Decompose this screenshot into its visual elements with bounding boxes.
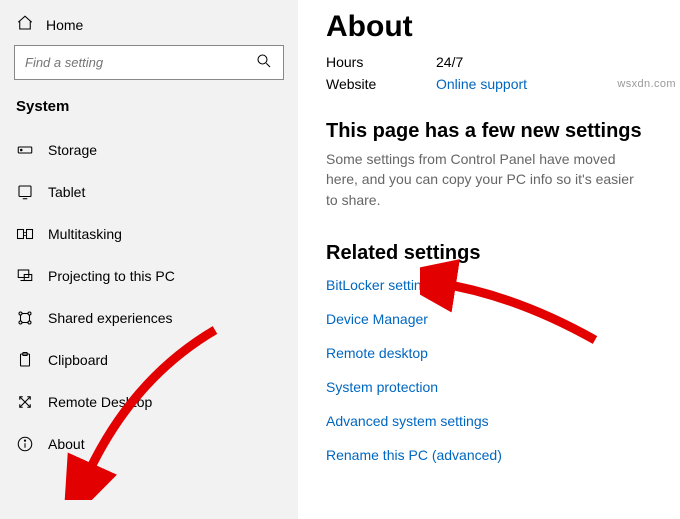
hours-row: Hours 24/7 bbox=[326, 54, 672, 70]
search-input-container[interactable] bbox=[14, 45, 284, 80]
related-settings-heading: Related settings bbox=[326, 242, 672, 265]
sidebar-item-storage[interactable]: Storage bbox=[14, 129, 284, 171]
sidebar-item-multitasking[interactable]: Multitasking bbox=[14, 213, 284, 255]
page-title: About bbox=[326, 10, 672, 44]
sidebar-item-tablet[interactable]: Tablet bbox=[14, 171, 284, 213]
sidebar-item-label: Remote Desktop bbox=[48, 394, 152, 410]
tablet-icon bbox=[16, 183, 34, 201]
shared-experiences-icon bbox=[16, 309, 34, 327]
multitasking-icon bbox=[16, 225, 34, 243]
home-icon bbox=[16, 14, 34, 35]
link-device-manager[interactable]: Device Manager bbox=[326, 311, 672, 327]
link-bitlocker-settings[interactable]: BitLocker settings bbox=[326, 277, 672, 293]
remote-desktop-icon bbox=[16, 393, 34, 411]
link-system-protection[interactable]: System protection bbox=[326, 379, 672, 395]
sidebar-item-label: Shared experiences bbox=[48, 310, 173, 326]
link-rename-this-pc[interactable]: Rename this PC (advanced) bbox=[326, 447, 672, 463]
sidebar-item-label: Multitasking bbox=[48, 226, 122, 242]
related-settings-links: BitLocker settings Device Manager Remote… bbox=[326, 277, 672, 463]
sidebar-item-label: Tablet bbox=[48, 184, 85, 200]
link-advanced-system-settings[interactable]: Advanced system settings bbox=[326, 413, 672, 429]
sidebar-item-label: About bbox=[48, 436, 85, 452]
new-settings-body: Some settings from Control Panel have mo… bbox=[326, 149, 646, 210]
home-label: Home bbox=[46, 17, 83, 33]
sidebar-item-label: Clipboard bbox=[48, 352, 108, 368]
sidebar-nav: Storage Tablet Multitasking Projecting t… bbox=[14, 129, 284, 465]
home-button[interactable]: Home bbox=[14, 10, 284, 45]
hours-value: 24/7 bbox=[436, 54, 463, 70]
watermark: wsxdn.com bbox=[617, 78, 676, 90]
hours-label: Hours bbox=[326, 54, 436, 70]
sidebar-category: System bbox=[14, 98, 284, 115]
clipboard-icon bbox=[16, 351, 34, 369]
projecting-icon bbox=[16, 267, 34, 285]
website-link[interactable]: Online support bbox=[436, 76, 527, 92]
search-icon bbox=[255, 52, 273, 73]
sidebar-item-projecting[interactable]: Projecting to this PC bbox=[14, 255, 284, 297]
website-label: Website bbox=[326, 76, 436, 92]
sidebar-item-clipboard[interactable]: Clipboard bbox=[14, 339, 284, 381]
about-icon bbox=[16, 435, 34, 453]
link-remote-desktop[interactable]: Remote desktop bbox=[326, 345, 672, 361]
sidebar: Home System Storage Tablet Multitasking bbox=[0, 0, 298, 519]
sidebar-item-shared-experiences[interactable]: Shared experiences bbox=[14, 297, 284, 339]
sidebar-item-label: Storage bbox=[48, 142, 97, 158]
storage-icon bbox=[16, 141, 34, 159]
new-settings-heading: This page has a few new settings bbox=[326, 120, 672, 143]
sidebar-item-about[interactable]: About bbox=[14, 423, 284, 465]
sidebar-item-label: Projecting to this PC bbox=[48, 268, 175, 284]
sidebar-item-remote-desktop[interactable]: Remote Desktop bbox=[14, 381, 284, 423]
search-input[interactable] bbox=[25, 55, 248, 70]
